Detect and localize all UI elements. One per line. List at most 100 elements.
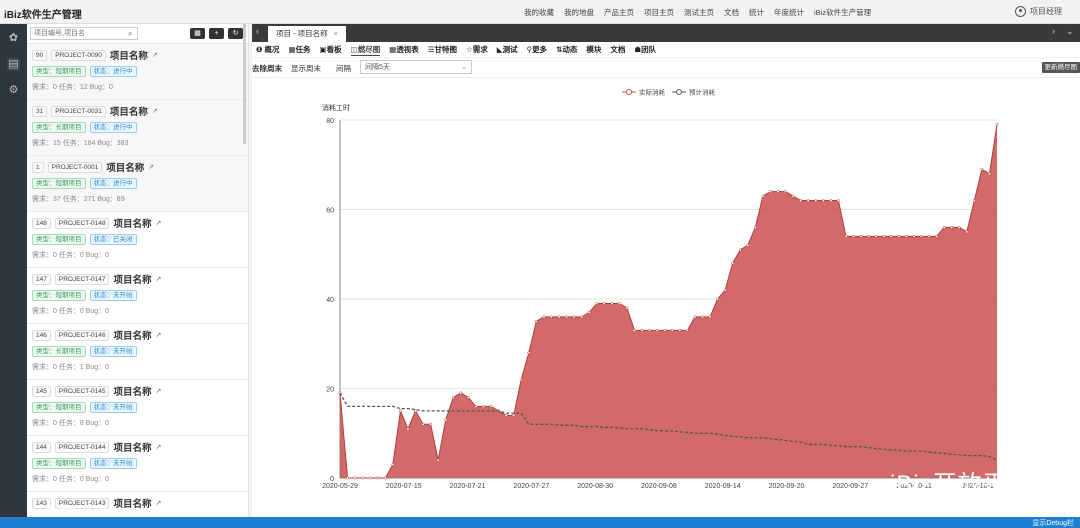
actual-point — [708, 315, 712, 319]
project-card[interactable]: 146 PROJECT-0146 项目名称 ↗ 类型：长期项目 状态：未开始 需… — [27, 324, 248, 380]
tab-project[interactable]: 项目 - 项目名称 × — [268, 26, 347, 42]
topnav-stats[interactable]: 统计 — [749, 7, 764, 18]
actual-point — [595, 302, 599, 305]
project-id: 145 — [32, 385, 51, 397]
search-input[interactable] — [30, 27, 138, 40]
topnav-favorites[interactable]: 我的收藏 — [524, 7, 554, 18]
remove-weekend-button[interactable]: 去除周末 — [252, 63, 282, 74]
project-name[interactable]: 项目名称 — [113, 384, 151, 398]
project-name[interactable]: 项目名称 — [113, 328, 151, 342]
actual-point — [368, 476, 372, 480]
project-type-tag: 类型：长期项目 — [32, 122, 86, 133]
project-card[interactable]: 148 PROJECT-0148 项目名称 ↗ 类型：短期项目 状态：已关闭 需… — [27, 212, 248, 268]
interval-select[interactable]: 间隔5天 ⌄ — [360, 60, 472, 74]
actual-point — [648, 328, 652, 332]
interval-value: 间隔5天 — [365, 64, 390, 71]
list-scrollbar[interactable] — [243, 24, 246, 144]
burndown-chart: 0 20 40 60 80 消耗工时 2020-05-29 2020-07-15 2020-07… — [322, 88, 999, 490]
search-icon[interactable]: ⌕ — [128, 29, 137, 38]
project-card[interactable]: 145 PROJECT-0145 项目名称 ↗ 类型：短期项目 状态：未开始 需… — [27, 380, 248, 436]
subnav-module[interactable]: 模块 — [586, 44, 601, 55]
tab-next-icon[interactable]: › — [1052, 26, 1055, 36]
project-card[interactable]: 147 PROJECT-0147 项目名称 ↗ 类型：短期项目 状态：未开始 需… — [27, 268, 248, 324]
topnav-docs[interactable]: 文档 — [724, 7, 739, 18]
project-name[interactable]: 项目名称 — [113, 496, 151, 510]
actual-point — [889, 234, 893, 238]
apps-icon[interactable]: ✿ — [7, 32, 20, 45]
x-tick-label: 2020-05-29 — [322, 483, 358, 490]
show-weekend-button[interactable]: 显示周末 — [291, 63, 321, 74]
tab-menu-icon[interactable]: ⌄ — [1066, 26, 1074, 37]
project-name[interactable]: 项目名称 — [110, 48, 148, 62]
project-name[interactable]: 项目名称 — [113, 216, 151, 230]
project-type-tag: 类型：短期项目 — [32, 66, 86, 77]
settings-icon[interactable]: ⚙ — [7, 84, 20, 97]
project-card[interactable]: 1 PROJECT-0001 项目名称 ↗ 类型：短期项目 状态：进行中 需求：… — [27, 156, 248, 212]
project-card[interactable]: 144 PROJECT-0144 项目名称 ↗ 类型：短期项目 状态：未开始 需… — [27, 436, 248, 492]
topnav-ibiz[interactable]: iBiz软件生产管理 — [814, 7, 871, 18]
add-icon[interactable]: + — [209, 28, 224, 39]
project-icon[interactable]: ▤ — [7, 58, 20, 71]
x-tick-label: 2020-09-08 — [641, 483, 677, 490]
project-type-tag: 类型：短期项目 — [32, 234, 86, 245]
debug-toggle[interactable]: 显示Debug栏 — [1032, 518, 1074, 528]
topnav-project-home[interactable]: 项目主页 — [644, 7, 674, 18]
actual-point — [557, 315, 561, 319]
project-name[interactable]: 项目名称 — [113, 272, 151, 286]
actual-point — [799, 199, 803, 203]
project-card[interactable]: 90 PROJECT-0090 项目名称 ↗ 类型：短期项目 状态：进行中 需求… — [27, 44, 248, 100]
project-code: PROJECT-0147 — [54, 273, 110, 285]
actual-point — [859, 234, 863, 238]
actual-point — [655, 328, 659, 332]
subnav-board[interactable]: ▣看板 — [320, 44, 342, 55]
subnav-pivot[interactable]: ▦透视表 — [389, 44, 419, 55]
topnav-test-home[interactable]: 测试主页 — [684, 7, 714, 18]
actual-point — [429, 422, 433, 426]
external-link-icon[interactable]: ↗ — [155, 331, 161, 339]
subnav-tasks[interactable]: ▦任务 — [288, 44, 310, 55]
subnav-team[interactable]: ☗团队 — [634, 44, 656, 55]
y-tick-label: 40 — [326, 297, 334, 304]
subnav-more[interactable]: ⚲更多 — [527, 44, 548, 55]
subnav-doc[interactable]: 文档 — [610, 44, 625, 55]
topnav-my-space[interactable]: 我的地盘 — [564, 7, 594, 18]
project-card-header: 144 PROJECT-0144 项目名称 ↗ — [32, 440, 243, 454]
project-card[interactable]: 31 PROJECT-0031 项目名称 ↗ 类型：长期项目 状态：进行中 需求… — [27, 100, 248, 156]
project-name[interactable]: 项目名称 — [113, 440, 151, 454]
external-link-icon[interactable]: ↗ — [148, 163, 154, 171]
subnav-test[interactable]: ◣测试 — [497, 44, 518, 55]
subnav-overview[interactable]: ❶ 概况 — [256, 44, 279, 55]
actual-point — [693, 315, 697, 319]
user-menu[interactable]: 项目经理 — [1015, 6, 1062, 17]
external-link-icon[interactable]: ↗ — [155, 387, 161, 395]
project-tags: 类型：短期项目 状态：进行中 — [32, 66, 243, 77]
topnav-annual-stats[interactable]: 年度统计 — [774, 7, 804, 18]
external-link-icon[interactable]: ↗ — [152, 51, 158, 59]
subnav-gantt[interactable]: ☰甘特图 — [428, 44, 457, 55]
external-link-icon[interactable]: ↗ — [155, 443, 161, 451]
project-name[interactable]: 项目名称 — [110, 104, 148, 118]
actual-point — [436, 458, 440, 462]
project-status-tag: 状态：进行中 — [89, 66, 137, 77]
external-link-icon[interactable]: ↗ — [155, 275, 161, 283]
update-burndown-button[interactable]: 更新燃尽图 — [1041, 62, 1080, 73]
subnav-activity[interactable]: ⇅动态 — [556, 44, 577, 55]
x-tick-label: 2020-09-27 — [832, 483, 868, 490]
grid-view-icon[interactable]: ▦ — [190, 28, 205, 39]
subnav-story[interactable]: ☆需求 — [466, 44, 488, 55]
external-link-icon[interactable]: ↗ — [155, 499, 161, 507]
tab-prev-icon[interactable]: ‹ — [256, 26, 259, 36]
topnav-product-home[interactable]: 产品主页 — [604, 7, 634, 18]
project-card-header: 148 PROJECT-0148 项目名称 ↗ — [32, 216, 243, 230]
external-link-icon[interactable]: ↗ — [152, 107, 158, 115]
close-icon[interactable]: × — [334, 29, 338, 38]
external-link-icon[interactable]: ↗ — [155, 219, 161, 227]
actual-point — [852, 234, 855, 238]
subnav-burndown[interactable]: ◫燃尽图 — [350, 44, 381, 56]
refresh-icon[interactable]: ↻ — [228, 28, 243, 39]
actual-point — [383, 476, 387, 480]
project-type-tag: 类型：短期项目 — [32, 458, 86, 469]
actual-point — [451, 396, 455, 399]
project-code: PROJECT-0001 — [47, 161, 103, 173]
project-name[interactable]: 项目名称 — [106, 160, 144, 174]
